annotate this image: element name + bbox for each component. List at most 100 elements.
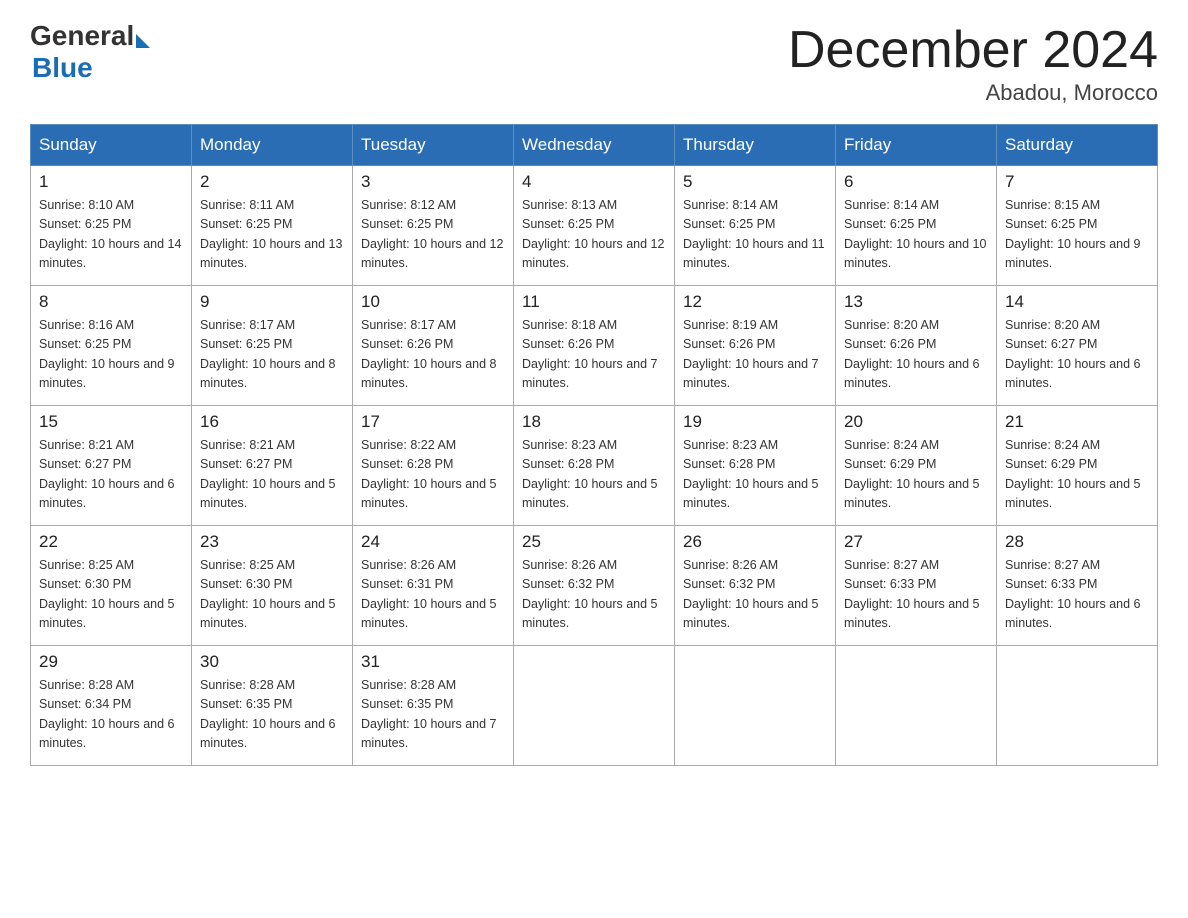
day-info: Sunrise: 8:21 AMSunset: 6:27 PMDaylight:… xyxy=(200,436,344,514)
day-info: Sunrise: 8:24 AMSunset: 6:29 PMDaylight:… xyxy=(1005,436,1149,514)
day-number: 3 xyxy=(361,172,505,192)
day-cell-3: 3 Sunrise: 8:12 AMSunset: 6:25 PMDaylight… xyxy=(353,166,514,286)
logo-general-text: General xyxy=(30,20,134,52)
weekday-header-thursday: Thursday xyxy=(675,125,836,166)
weekday-header-tuesday: Tuesday xyxy=(353,125,514,166)
day-cell-30: 30 Sunrise: 8:28 AMSunset: 6:35 PMDayligh… xyxy=(192,646,353,766)
weekday-header-friday: Friday xyxy=(836,125,997,166)
day-cell-22: 22Sunrise: 8:25 AMSunset: 6:30 PMDayligh… xyxy=(31,526,192,646)
day-cell-26: 26 Sunrise: 8:26 AMSunset: 6:32 PMDayligh… xyxy=(675,526,836,646)
day-number: 27 xyxy=(844,532,988,552)
day-cell-24: 24 Sunrise: 8:26 AMSunset: 6:31 PMDayligh… xyxy=(353,526,514,646)
day-number: 11 xyxy=(522,292,666,312)
day-number: 17 xyxy=(361,412,505,432)
day-number: 7 xyxy=(1005,172,1149,192)
day-cell-6: 6Sunrise: 8:14 AMSunset: 6:25 PMDaylight… xyxy=(836,166,997,286)
day-number: 16 xyxy=(200,412,344,432)
day-number: 28 xyxy=(1005,532,1149,552)
day-cell-9: 9 Sunrise: 8:17 AMSunset: 6:25 PMDaylight… xyxy=(192,286,353,406)
day-cell-28: 28 Sunrise: 8:27 AMSunset: 6:33 PMDayligh… xyxy=(997,526,1158,646)
weekday-header-wednesday: Wednesday xyxy=(514,125,675,166)
day-info: Sunrise: 8:26 AMSunset: 6:32 PMDaylight:… xyxy=(522,556,666,634)
day-info: Sunrise: 8:26 AMSunset: 6:31 PMDaylight:… xyxy=(361,556,505,634)
day-cell-13: 13Sunrise: 8:20 AMSunset: 6:26 PMDayligh… xyxy=(836,286,997,406)
day-info: Sunrise: 8:28 AMSunset: 6:35 PMDaylight:… xyxy=(361,676,505,754)
calendar-table: SundayMondayTuesdayWednesdayThursdayFrid… xyxy=(30,124,1158,766)
weekday-header-monday: Monday xyxy=(192,125,353,166)
day-cell-21: 21 Sunrise: 8:24 AMSunset: 6:29 PMDayligh… xyxy=(997,406,1158,526)
day-number: 20 xyxy=(844,412,988,432)
day-cell-12: 12 Sunrise: 8:19 AMSunset: 6:26 PMDayligh… xyxy=(675,286,836,406)
day-cell-2: 2Sunrise: 8:11 AMSunset: 6:25 PMDaylight… xyxy=(192,166,353,286)
day-number: 21 xyxy=(1005,412,1149,432)
day-info: Sunrise: 8:27 AMSunset: 6:33 PMDaylight:… xyxy=(844,556,988,634)
day-info: Sunrise: 8:28 AMSunset: 6:34 PMDaylight:… xyxy=(39,676,183,754)
logo-arrow-icon xyxy=(136,34,150,48)
day-number: 5 xyxy=(683,172,827,192)
day-info: Sunrise: 8:16 AMSunset: 6:25 PMDaylight:… xyxy=(39,316,183,394)
day-number: 8 xyxy=(39,292,183,312)
day-info: Sunrise: 8:20 AMSunset: 6:27 PMDaylight:… xyxy=(1005,316,1149,394)
day-number: 1 xyxy=(39,172,183,192)
week-row-4: 22Sunrise: 8:25 AMSunset: 6:30 PMDayligh… xyxy=(31,526,1158,646)
empty-cell xyxy=(675,646,836,766)
location-subtitle: Abadou, Morocco xyxy=(788,80,1158,106)
day-info: Sunrise: 8:17 AMSunset: 6:25 PMDaylight:… xyxy=(200,316,344,394)
day-info: Sunrise: 8:13 AMSunset: 6:25 PMDaylight:… xyxy=(522,196,666,274)
day-cell-1: 1 Sunrise: 8:10 AMSunset: 6:25 PMDaylight… xyxy=(31,166,192,286)
day-cell-8: 8 Sunrise: 8:16 AMSunset: 6:25 PMDaylight… xyxy=(31,286,192,406)
day-info: Sunrise: 8:10 AMSunset: 6:25 PMDaylight:… xyxy=(39,196,183,274)
day-cell-5: 5Sunrise: 8:14 AMSunset: 6:25 PMDaylight… xyxy=(675,166,836,286)
logo-blue-text: Blue xyxy=(32,52,93,83)
empty-cell xyxy=(514,646,675,766)
page-header: General Blue December 2024 Abadou, Moroc… xyxy=(30,20,1158,106)
day-info: Sunrise: 8:26 AMSunset: 6:32 PMDaylight:… xyxy=(683,556,827,634)
day-info: Sunrise: 8:27 AMSunset: 6:33 PMDaylight:… xyxy=(1005,556,1149,634)
logo: General Blue xyxy=(30,20,152,84)
day-number: 19 xyxy=(683,412,827,432)
day-info: Sunrise: 8:23 AMSunset: 6:28 PMDaylight:… xyxy=(683,436,827,514)
empty-cell xyxy=(836,646,997,766)
weekday-header-saturday: Saturday xyxy=(997,125,1158,166)
day-number: 15 xyxy=(39,412,183,432)
day-number: 25 xyxy=(522,532,666,552)
empty-cell xyxy=(997,646,1158,766)
day-number: 31 xyxy=(361,652,505,672)
day-info: Sunrise: 8:19 AMSunset: 6:26 PMDaylight:… xyxy=(683,316,827,394)
day-cell-11: 11 Sunrise: 8:18 AMSunset: 6:26 PMDayligh… xyxy=(514,286,675,406)
week-row-5: 29 Sunrise: 8:28 AMSunset: 6:34 PMDayligh… xyxy=(31,646,1158,766)
day-number: 29 xyxy=(39,652,183,672)
day-cell-20: 20Sunrise: 8:24 AMSunset: 6:29 PMDayligh… xyxy=(836,406,997,526)
week-row-3: 15 Sunrise: 8:21 AMSunset: 6:27 PMDayligh… xyxy=(31,406,1158,526)
day-cell-17: 17 Sunrise: 8:22 AMSunset: 6:28 PMDayligh… xyxy=(353,406,514,526)
day-cell-27: 27 Sunrise: 8:27 AMSunset: 6:33 PMDayligh… xyxy=(836,526,997,646)
day-number: 9 xyxy=(200,292,344,312)
day-cell-25: 25 Sunrise: 8:26 AMSunset: 6:32 PMDayligh… xyxy=(514,526,675,646)
day-number: 30 xyxy=(200,652,344,672)
day-cell-14: 14Sunrise: 8:20 AMSunset: 6:27 PMDayligh… xyxy=(997,286,1158,406)
day-cell-15: 15Sunrise: 8:21 AMSunset: 6:27 PMDayligh… xyxy=(31,406,192,526)
day-info: Sunrise: 8:12 AMSunset: 6:25 PMDaylight:… xyxy=(361,196,505,274)
day-cell-19: 19 Sunrise: 8:23 AMSunset: 6:28 PMDayligh… xyxy=(675,406,836,526)
day-info: Sunrise: 8:22 AMSunset: 6:28 PMDaylight:… xyxy=(361,436,505,514)
day-cell-29: 29 Sunrise: 8:28 AMSunset: 6:34 PMDayligh… xyxy=(31,646,192,766)
day-info: Sunrise: 8:18 AMSunset: 6:26 PMDaylight:… xyxy=(522,316,666,394)
day-info: Sunrise: 8:15 AMSunset: 6:25 PMDaylight:… xyxy=(1005,196,1149,274)
day-number: 6 xyxy=(844,172,988,192)
day-number: 2 xyxy=(200,172,344,192)
day-cell-10: 10Sunrise: 8:17 AMSunset: 6:26 PMDayligh… xyxy=(353,286,514,406)
day-number: 24 xyxy=(361,532,505,552)
day-cell-23: 23 Sunrise: 8:25 AMSunset: 6:30 PMDayligh… xyxy=(192,526,353,646)
weekday-header-row: SundayMondayTuesdayWednesdayThursdayFrid… xyxy=(31,125,1158,166)
day-cell-7: 7 Sunrise: 8:15 AMSunset: 6:25 PMDaylight… xyxy=(997,166,1158,286)
day-number: 23 xyxy=(200,532,344,552)
day-info: Sunrise: 8:28 AMSunset: 6:35 PMDaylight:… xyxy=(200,676,344,754)
day-number: 13 xyxy=(844,292,988,312)
weekday-header-sunday: Sunday xyxy=(31,125,192,166)
day-info: Sunrise: 8:25 AMSunset: 6:30 PMDaylight:… xyxy=(200,556,344,634)
day-number: 26 xyxy=(683,532,827,552)
day-cell-16: 16 Sunrise: 8:21 AMSunset: 6:27 PMDayligh… xyxy=(192,406,353,526)
day-info: Sunrise: 8:25 AMSunset: 6:30 PMDaylight:… xyxy=(39,556,183,634)
week-row-2: 8 Sunrise: 8:16 AMSunset: 6:25 PMDaylight… xyxy=(31,286,1158,406)
day-number: 12 xyxy=(683,292,827,312)
